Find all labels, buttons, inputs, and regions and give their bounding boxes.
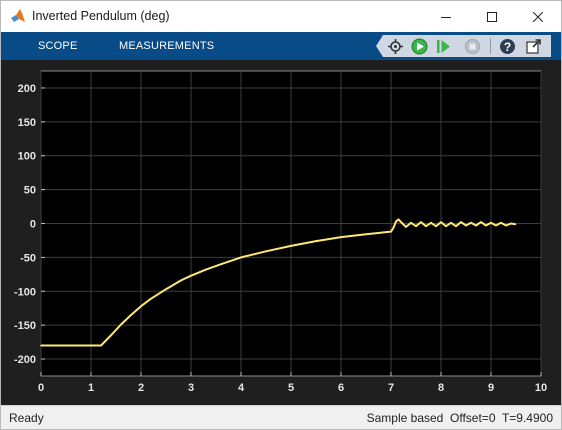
signal-point	[475, 224, 477, 227]
maximize-button[interactable]	[469, 1, 515, 32]
tab-measurements[interactable]: MEASUREMENTS	[119, 40, 214, 52]
signal-point	[65, 344, 67, 347]
signal-point	[397, 218, 400, 221]
signal-point	[455, 225, 457, 227]
status-state: Ready	[9, 411, 44, 425]
signal-point	[392, 226, 395, 229]
signal-point	[120, 323, 122, 326]
signal-point	[440, 221, 442, 223]
minimize-icon	[441, 16, 451, 18]
signal-point	[40, 344, 42, 347]
status-mode: Sample based	[366, 411, 444, 425]
signal-point	[190, 274, 192, 277]
signal-point	[490, 222, 492, 224]
maximize-icon	[487, 11, 497, 22]
status-offset: Offset=0	[450, 411, 496, 425]
signal-point	[510, 222, 512, 225]
x-tick-label: 0	[38, 382, 44, 394]
status-time: T=9.4900	[501, 411, 553, 425]
signal-point	[165, 288, 167, 290]
y-tick-label: 0	[30, 219, 36, 231]
y-tick-label: 150	[18, 117, 36, 129]
signal-point	[400, 221, 402, 223]
signal-point	[390, 230, 392, 233]
svg-text:?: ?	[504, 40, 511, 54]
signal-point	[265, 250, 267, 253]
signal-point	[110, 334, 112, 337]
x-tick-label: 9	[488, 382, 494, 394]
y-tick-label: 50	[24, 185, 36, 197]
help-icon[interactable]: ?	[499, 38, 516, 55]
signal-point	[445, 225, 447, 227]
close-button[interactable]	[515, 1, 561, 32]
signal-point	[480, 221, 482, 223]
minimize-button[interactable]	[423, 1, 469, 32]
toolstrip: SCOPE MEASUREMENTS ?	[1, 32, 561, 60]
y-tick-label: -100	[14, 286, 36, 298]
signal-point	[100, 344, 102, 347]
status-info: Sample based Offset=0 T=9.4900	[367, 411, 553, 425]
signal-point	[500, 222, 502, 224]
scope-window: Inverted Pendulum (deg) SCOPE MEASUREMEN…	[0, 0, 562, 430]
matlab-logo-icon	[10, 8, 27, 24]
time-plot[interactable]: 0 1 2 3 4 5 6 7 8 9 10 -200 -150 -100 -50 0 50 100 150 200	[1, 60, 561, 405]
close-icon	[533, 11, 543, 22]
signal-point	[340, 236, 342, 238]
signal-point	[425, 225, 427, 227]
x-tick-label: 3	[188, 382, 194, 394]
signal-point	[315, 240, 317, 242]
signal-point	[140, 305, 142, 307]
y-tick-label: -150	[14, 320, 36, 332]
step-forward-icon[interactable]	[435, 38, 452, 55]
y-tick-label: -200	[14, 354, 36, 366]
x-tick-label: 7	[388, 382, 394, 394]
signal-point	[365, 233, 367, 236]
signal-point	[460, 221, 462, 223]
run-icon[interactable]	[411, 38, 428, 55]
x-tick-label: 8	[438, 382, 444, 394]
signal-point	[150, 297, 152, 300]
signal-point	[450, 222, 452, 224]
signal-point	[410, 222, 412, 224]
tab-scope[interactable]: SCOPE	[38, 40, 78, 52]
highlight-simulink-block-icon[interactable]	[387, 38, 404, 55]
scope-display[interactable]: 0 1 2 3 4 5 6 7 8 9 10 -200 -150 -100 -50 0 50 100 150 200	[1, 60, 561, 405]
window-title: Inverted Pendulum (deg)	[32, 9, 170, 23]
signal-point	[415, 225, 417, 227]
signal-point	[505, 224, 507, 227]
signal-point	[180, 279, 182, 282]
signal-point	[465, 224, 467, 227]
toolbar-separator	[490, 38, 491, 54]
signal-point	[395, 220, 397, 223]
y-tick-label: 200	[18, 83, 36, 95]
signal-point	[485, 224, 487, 227]
signal-point	[430, 222, 432, 224]
signal-point	[130, 314, 132, 316]
signal-point	[240, 256, 242, 259]
x-tick-label: 4	[238, 382, 245, 394]
signal-point	[90, 344, 92, 347]
status-bar: Ready Sample based Offset=0 T=9.4900	[1, 405, 561, 429]
signal-point	[514, 223, 517, 225]
y-tick-label: 100	[18, 151, 36, 163]
title-bar: Inverted Pendulum (deg)	[1, 1, 561, 32]
x-tick-label: 6	[338, 382, 344, 394]
x-tick-label: 10	[535, 382, 547, 394]
y-tick-label: -50	[20, 252, 36, 264]
signal-point	[290, 245, 292, 247]
signal-point	[405, 226, 407, 228]
stop-icon[interactable]	[464, 38, 481, 55]
signal-point	[435, 225, 437, 227]
x-tick-label: 2	[138, 382, 144, 394]
signal-point	[420, 221, 422, 223]
x-tick-label: 5	[288, 382, 294, 394]
signal-point	[495, 224, 497, 227]
undock-icon[interactable]	[525, 38, 542, 55]
signal-point	[220, 263, 222, 265]
signal-point	[205, 268, 207, 271]
x-tick-label: 1	[88, 382, 94, 394]
signal-point	[470, 222, 472, 224]
